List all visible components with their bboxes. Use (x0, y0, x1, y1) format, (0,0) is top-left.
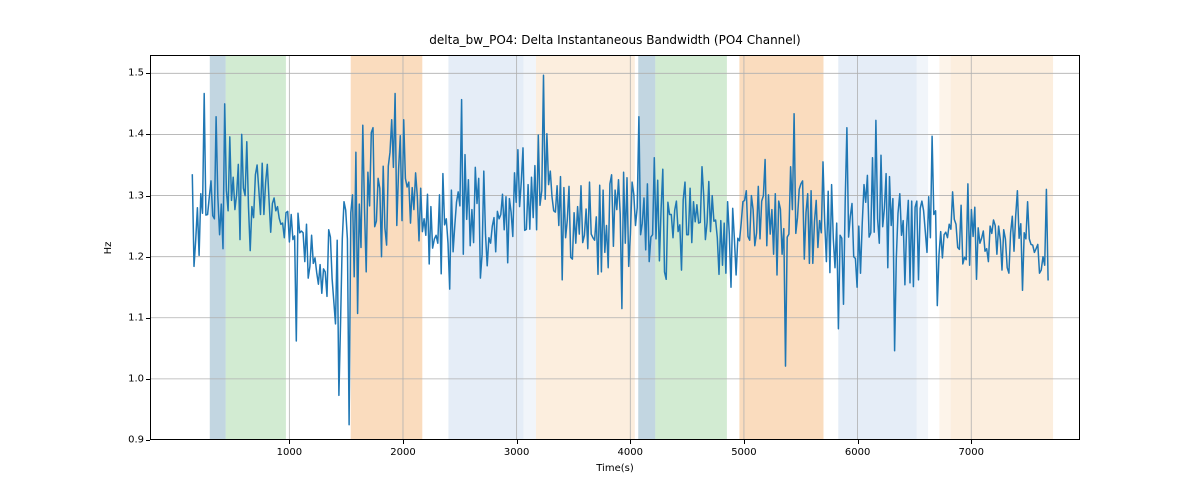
x-tick-label: 5000 (731, 447, 756, 458)
y-tick-label: 1.0 (114, 373, 144, 384)
x-tick-mark (403, 440, 404, 444)
y-tick-mark (146, 196, 150, 197)
y-tick-label: 0.9 (114, 435, 144, 446)
x-axis-label: Time(s) (150, 463, 1080, 474)
x-tick-mark (971, 440, 972, 444)
plot-area (150, 55, 1080, 440)
y-tick-mark (146, 440, 150, 441)
x-tick-mark (630, 440, 631, 444)
x-tick-label: 2000 (390, 447, 415, 458)
x-tick-mark (858, 440, 859, 444)
y-tick-label: 1.3 (114, 190, 144, 201)
y-tick-mark (146, 379, 150, 380)
spine-top (150, 55, 1080, 56)
y-tick-mark (146, 134, 150, 135)
x-tick-mark (517, 440, 518, 444)
y-tick-label: 1.1 (114, 312, 144, 323)
x-tick-label: 6000 (845, 447, 870, 458)
x-tick-label: 4000 (618, 447, 643, 458)
y-tick-label: 1.5 (114, 68, 144, 79)
y-tick-label: 1.4 (114, 129, 144, 140)
x-tick-label: 7000 (959, 447, 984, 458)
x-tick-label: 1000 (277, 447, 302, 458)
x-tick-mark (289, 440, 290, 444)
spine-right (1079, 55, 1080, 440)
x-tick-label: 3000 (504, 447, 529, 458)
spine-left (150, 55, 151, 440)
data-line (150, 55, 1080, 440)
axes: delta_bw_PO4: Delta Instantaneous Bandwi… (150, 55, 1080, 440)
chart-title: delta_bw_PO4: Delta Instantaneous Bandwi… (150, 33, 1080, 47)
x-tick-mark (744, 440, 745, 444)
y-tick-mark (146, 73, 150, 74)
y-axis-label: Hz (103, 241, 114, 254)
y-tick-label: 1.2 (114, 251, 144, 262)
y-tick-mark (146, 257, 150, 258)
y-tick-mark (146, 318, 150, 319)
figure: delta_bw_PO4: Delta Instantaneous Bandwi… (0, 0, 1200, 500)
